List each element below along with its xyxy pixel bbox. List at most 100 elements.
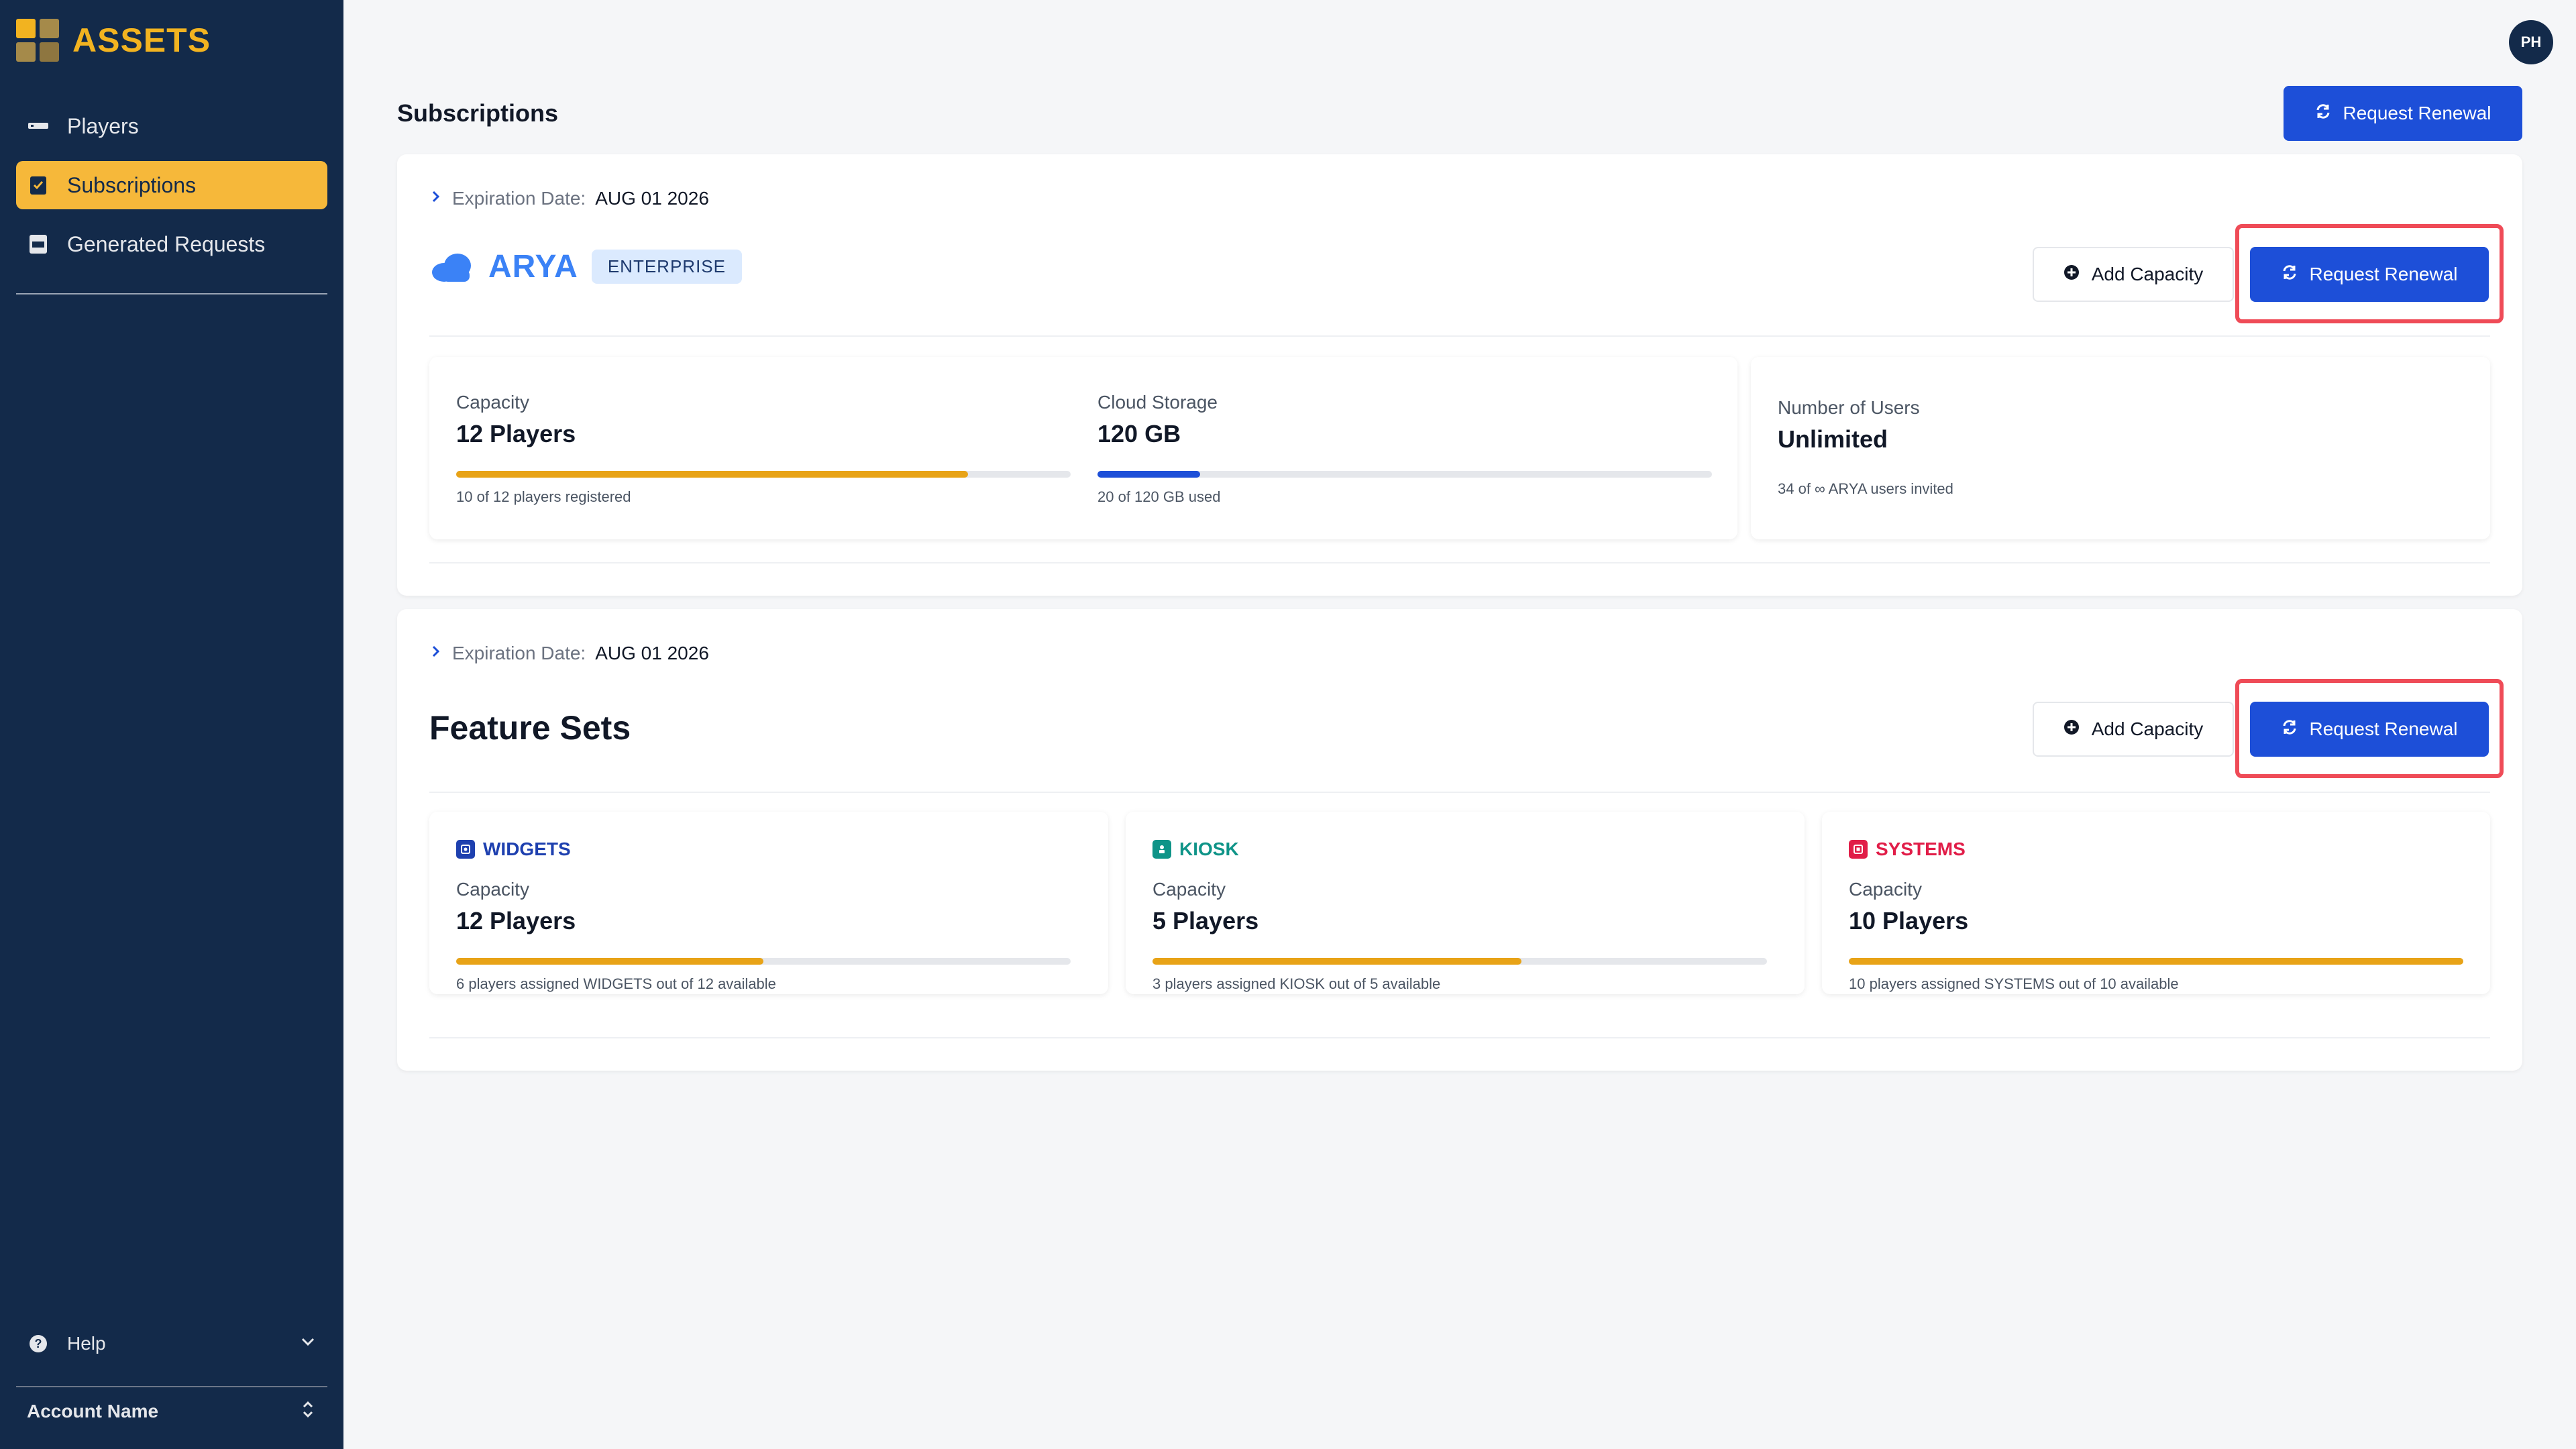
help-menu[interactable]: ? Help <box>16 1325 327 1362</box>
storage-progress-bar <box>1097 471 1712 478</box>
renew-sync-icon <box>2281 718 2298 741</box>
subscription-clipboard-icon <box>27 174 50 197</box>
feature-capacity-label: Capacity <box>1849 879 1922 900</box>
users-foot: 34 of ∞ ARYA users invited <box>1778 480 1953 497</box>
add-capacity-button[interactable]: Add Capacity <box>2033 247 2234 302</box>
feature-name: SYSTEMS <box>1876 839 1966 859</box>
sidebar-nav: Players Subscriptions Generated Requests <box>16 102 327 279</box>
account-switcher[interactable]: Account Name <box>16 1393 327 1430</box>
expiration-toggle[interactable]: Expiration Date: AUG 01 2026 <box>429 188 709 209</box>
app-root: ASSETS Players Subscriptions Generated R… <box>0 0 2576 1449</box>
feature-capacity-value: 12 Players <box>456 907 576 934</box>
sidebar-divider <box>16 293 327 294</box>
tier-badge: ENTERPRISE <box>591 250 742 284</box>
storage-value: 120 GB <box>1097 420 1181 447</box>
brand[interactable]: ASSETS <box>16 19 211 62</box>
account-name: Account Name <box>27 1401 159 1421</box>
storage-label: Cloud Storage <box>1097 392 1218 413</box>
pdf-document-icon <box>27 233 50 256</box>
capacity-progress-bar <box>456 471 1071 478</box>
users-metric: Number of Users Unlimited <box>1778 397 1920 453</box>
chevron-right-icon <box>429 643 443 664</box>
feature-head: SYSTEMS <box>1849 839 1966 860</box>
capacity-foot: 10 of 12 players registered <box>456 488 631 505</box>
users-panel: Number of Users Unlimited 34 of ∞ ARYA u… <box>1751 357 2490 539</box>
feature-foot: 3 players assigned KIOSK out of 5 availa… <box>1152 975 1441 992</box>
avatar[interactable]: PH <box>2509 20 2553 64</box>
feature-progress-bar <box>456 958 1071 965</box>
users-value: Unlimited <box>1778 425 1888 453</box>
sidebar-item-subscriptions[interactable]: Subscriptions <box>16 161 327 209</box>
storage-metric: Cloud Storage 120 GB <box>1097 392 1218 448</box>
sidebar-item-generated-requests[interactable]: Generated Requests <box>16 220 327 268</box>
player-device-icon <box>27 115 50 138</box>
renew-sync-icon <box>2314 103 2332 125</box>
capacity-progress-fill <box>456 471 969 478</box>
usage-panel: Capacity 12 Players 10 of 12 players reg… <box>429 357 1737 539</box>
feature-head: WIDGETS <box>456 839 571 860</box>
feature-progress-fill <box>456 958 763 965</box>
feature-capacity: Capacity 12 Players <box>456 879 576 935</box>
feature-capacity: Capacity 10 Players <box>1849 879 1968 935</box>
help-label: Help <box>67 1333 106 1354</box>
expiration-label: Expiration Date: <box>452 188 586 209</box>
storage-progress-fill <box>1097 471 1200 478</box>
request-renewal-button[interactable]: Request Renewal <box>2250 247 2489 302</box>
feature-name: WIDGETS <box>483 839 571 859</box>
card-divider <box>429 562 2490 564</box>
capacity-label: Capacity <box>456 392 529 413</box>
feature-foot: 6 players assigned WIDGETS out of 12 ava… <box>456 975 776 992</box>
brand-name: ASSETS <box>72 21 211 59</box>
systems-icon <box>1849 840 1868 859</box>
chevron-right-icon <box>429 188 443 209</box>
card-divider <box>429 792 2490 793</box>
expiration-toggle[interactable]: Expiration Date: AUG 01 2026 <box>429 643 709 664</box>
sidebar-item-label: Subscriptions <box>67 172 197 197</box>
page-title: Subscriptions <box>397 99 559 127</box>
sidebar-item-label: Generated Requests <box>67 231 266 256</box>
request-renewal-label: Request Renewal <box>2309 718 2458 739</box>
chevron-up-down-icon <box>299 1399 317 1424</box>
feature-progress-bar <box>1849 958 2463 965</box>
feature-sets-card: Expiration Date: AUG 01 2026 Feature Set… <box>397 609 2522 1071</box>
expiration-value: AUG 01 2026 <box>595 643 709 663</box>
add-capacity-button[interactable]: Add Capacity <box>2033 702 2234 757</box>
assets-logo-icon <box>16 19 59 62</box>
users-label: Number of Users <box>1778 397 1920 418</box>
plus-circle-icon <box>2063 264 2080 285</box>
subscription-header: ARYA ENTERPRISE <box>429 248 742 285</box>
add-capacity-label: Add Capacity <box>2091 718 2204 739</box>
request-renewal-label: Request Renewal <box>2309 264 2458 284</box>
feature-name: KIOSK <box>1179 839 1239 859</box>
sidebar-item-players[interactable]: Players <box>16 102 327 150</box>
feature-progress-fill <box>1849 958 2463 965</box>
subscription-card: Expiration Date: AUG 01 2026 ARYA ENTERP… <box>397 154 2522 596</box>
kiosk-icon <box>1152 840 1171 859</box>
storage-foot: 20 of 120 GB used <box>1097 488 1221 505</box>
feature-capacity-label: Capacity <box>1152 879 1226 900</box>
card-divider <box>429 1037 2490 1038</box>
feature-progress-fill <box>1152 958 1521 965</box>
account-divider <box>16 1386 327 1387</box>
request-renewal-button[interactable]: Request Renewal <box>2250 702 2489 757</box>
add-capacity-label: Add Capacity <box>2091 264 2204 284</box>
renew-sync-icon <box>2281 264 2298 286</box>
feature-capacity-label: Capacity <box>456 879 529 900</box>
cloud-icon <box>432 253 471 282</box>
feature-sets-title: Feature Sets <box>429 709 631 747</box>
subscription-name: ARYA <box>488 249 578 284</box>
help-icon: ? <box>27 1332 50 1355</box>
card-divider <box>429 335 2490 337</box>
feature-capacity-value: 10 Players <box>1849 907 1969 934</box>
request-renewal-button[interactable]: Request Renewal <box>2284 86 2522 141</box>
request-renewal-label: Request Renewal <box>2343 103 2491 123</box>
feature-capacity-value: 5 Players <box>1152 907 1259 934</box>
feature-capacity: Capacity 5 Players <box>1152 879 1258 935</box>
sidebar: ASSETS Players Subscriptions Generated R… <box>0 0 343 1449</box>
widgets-icon <box>456 840 475 859</box>
svg-text:?: ? <box>35 1337 42 1350</box>
chevron-down-icon <box>299 1333 317 1355</box>
feature-widgets-panel: WIDGETS Capacity 12 Players 6 players as… <box>429 812 1108 994</box>
feature-systems-panel: SYSTEMS Capacity 10 Players 10 players a… <box>1822 812 2490 994</box>
feature-kiosk-panel: KIOSK Capacity 5 Players 3 players assig… <box>1126 812 1805 994</box>
